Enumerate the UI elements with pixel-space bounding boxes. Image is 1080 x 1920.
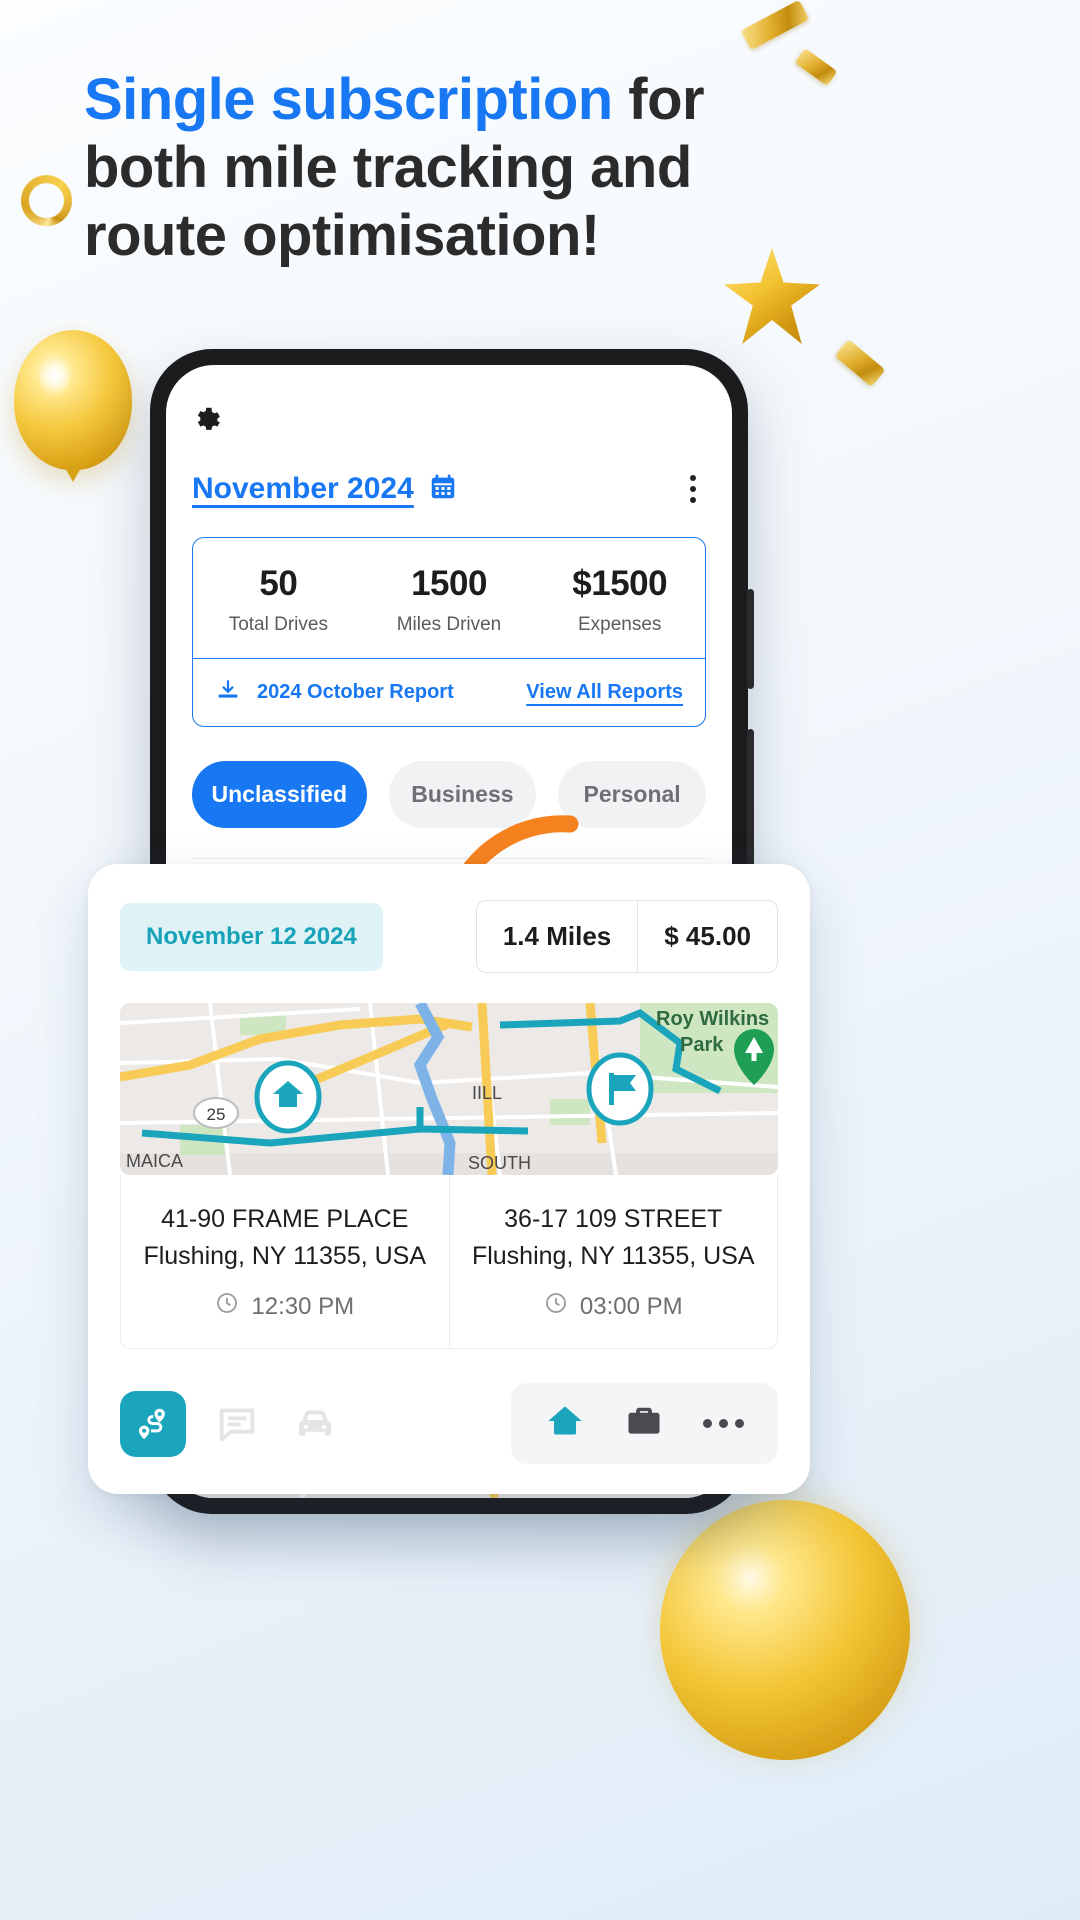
stat-total-drives: 50 Total Drives	[193, 564, 364, 636]
home-icon[interactable]	[545, 1401, 585, 1446]
svg-text:Roy Wilkins: Roy Wilkins	[656, 1008, 769, 1030]
month-selector[interactable]: November 2024	[192, 472, 458, 507]
stat-label: Total Drives	[228, 614, 328, 635]
stat-value: $1500	[572, 564, 668, 603]
view-all-reports-link[interactable]: View All Reports	[526, 681, 683, 704]
trip-card: November 12 2024 1.4 Miles $ 45.00 25 MA…	[88, 864, 810, 1494]
phone-power-button	[747, 729, 754, 869]
download-report-button[interactable]: 2024 October Report	[215, 677, 454, 708]
gold-streamer-topright-icon	[794, 47, 838, 87]
stop-address-line1: 41-90 FRAME PLACE	[161, 1205, 409, 1233]
briefcase-icon[interactable]	[625, 1402, 663, 1445]
flag-pin-icon	[586, 1052, 654, 1126]
stat-value: 50	[259, 564, 298, 603]
trip-metrics: 1.4 Miles $ 45.00	[475, 900, 778, 973]
report-row: 2024 October Report View All Reports	[193, 658, 705, 726]
headline-highlight: Single subscription	[84, 67, 613, 132]
stop-time: 12:30 PM	[139, 1291, 431, 1322]
stop-time-label: 03:00 PM	[579, 1292, 683, 1320]
stat-expenses: $1500 Expenses	[534, 564, 705, 636]
classify-actions	[511, 1383, 778, 1464]
poster-stage: Single subscription for both mile tracki…	[0, 0, 1080, 1920]
trip-stop-end: 36-17 109 STREET Flushing, NY 11355, USA…	[448, 1175, 778, 1348]
clock-icon	[544, 1291, 568, 1322]
stop-time-label: 12:30 PM	[251, 1292, 355, 1320]
svg-text:IILL: IILL	[472, 1083, 502, 1103]
svg-text:SOUTH: SOUTH	[468, 1153, 531, 1173]
gold-streamer-right-icon	[834, 339, 886, 387]
more-dots-icon[interactable]	[703, 1419, 744, 1428]
kebab-menu-icon[interactable]	[680, 469, 706, 509]
app-toolbar	[192, 395, 706, 435]
comment-icon[interactable]	[210, 1397, 264, 1451]
trip-actions	[120, 1383, 778, 1464]
report-name: 2024 October Report	[257, 681, 454, 703]
home-pin-icon	[254, 1060, 322, 1134]
page-headline: Single subscription for both mile tracki…	[84, 66, 784, 270]
trip-card-header: November 12 2024 1.4 Miles $ 45.00	[120, 900, 778, 973]
trip-date-badge: November 12 2024	[120, 902, 383, 971]
phone-volume-button	[747, 589, 754, 689]
stop-time: 03:00 PM	[468, 1291, 760, 1322]
clock-icon	[215, 1291, 239, 1322]
stop-address-line2: Flushing, NY 11355, USA	[143, 1242, 427, 1270]
route-icon[interactable]	[120, 1390, 186, 1457]
gold-streamer-top-icon	[740, 0, 810, 51]
stat-miles-driven: 1500 Miles Driven	[364, 564, 535, 636]
trip-map[interactable]: 25 MAICA IILL SOUTH Roy Wilkins Park	[120, 1003, 778, 1175]
monthly-summary-card: 50 Total Drives 1500 Miles Driven $1500 …	[192, 537, 706, 727]
svg-text:Park: Park	[680, 1034, 724, 1056]
month-header: November 2024	[192, 469, 706, 509]
svg-text:MAICA: MAICA	[126, 1151, 183, 1171]
download-icon	[215, 677, 241, 708]
trip-distance: 1.4 Miles	[502, 921, 612, 951]
stat-value: 1500	[411, 564, 487, 603]
stop-address-line2: Flushing, NY 11355, USA	[471, 1242, 755, 1270]
stop-address-line1: 36-17 109 STREET	[504, 1205, 723, 1233]
stat-label: Miles Driven	[396, 614, 502, 635]
trip-stops: 41-90 FRAME PLACE Flushing, NY 11355, US…	[120, 1175, 778, 1349]
svg-text:25: 25	[207, 1105, 226, 1124]
gold-balloon-left-icon	[14, 330, 132, 470]
gold-balloon-bottom-icon	[660, 1500, 910, 1760]
calendar-icon[interactable]	[428, 472, 458, 507]
trip-amount: $ 45.00	[637, 901, 777, 972]
gold-ribbon-left-icon	[6, 168, 94, 264]
trip-stop-start: 41-90 FRAME PLACE Flushing, NY 11355, US…	[121, 1175, 449, 1348]
stat-label: Expenses	[577, 614, 662, 635]
gear-icon[interactable]	[192, 405, 706, 435]
tab-unclassified[interactable]: Unclassified	[192, 761, 367, 828]
route-shield-25: 25	[193, 1097, 239, 1129]
car-icon[interactable]	[288, 1397, 342, 1451]
month-label: November 2024	[192, 472, 414, 505]
